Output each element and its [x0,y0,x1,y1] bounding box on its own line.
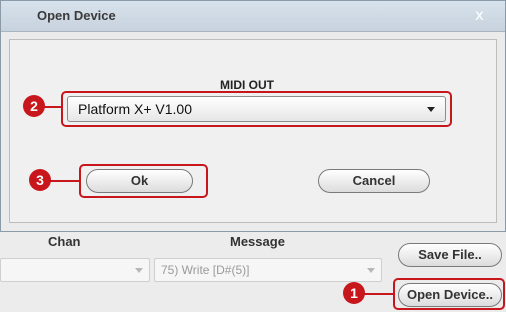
message-select[interactable]: 75) Write [D#(5)] [154,258,382,282]
chevron-down-icon [135,268,143,273]
callout-leader-1 [364,293,394,295]
chan-label: Chan [48,234,81,249]
message-label: Message [230,234,285,249]
callout-badge-1: 1 [343,282,365,304]
midi-out-label: MIDI OUT [220,78,274,92]
callout-badge-3: 3 [29,169,51,191]
chevron-down-icon [367,268,375,273]
callout-leader-3 [50,180,80,182]
message-select-value: 75) Write [D#(5)] [161,263,250,277]
callout-box-3 [79,164,208,198]
dialog-titlebar[interactable]: Open Device x [1,1,505,32]
close-icon[interactable]: x [475,6,484,24]
chan-select[interactable] [0,258,150,282]
dialog-title: Open Device [37,8,116,23]
callout-box-2 [61,91,452,127]
cancel-button[interactable]: Cancel [318,169,430,193]
save-file-button[interactable]: Save File.. [398,243,502,267]
callout-box-1 [393,278,505,310]
callout-badge-2: 2 [23,95,45,117]
